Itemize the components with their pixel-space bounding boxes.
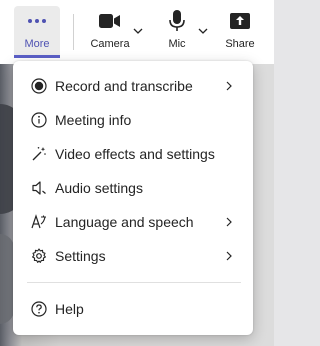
mic-label: Mic	[168, 38, 186, 50]
chevron-right-icon	[224, 249, 234, 263]
menu-item-label: Video effects and settings	[55, 146, 215, 162]
mic-button[interactable]: Mic	[160, 6, 194, 58]
menu-item-label: Record and transcribe	[55, 78, 193, 94]
more-button[interactable]: More	[14, 6, 60, 58]
menu-item-label: Settings	[55, 248, 106, 264]
menu-item-help[interactable]: Help	[13, 292, 253, 326]
microphone-icon	[169, 8, 185, 34]
camera-icon	[99, 8, 121, 34]
chevron-right-icon	[224, 79, 234, 93]
help-icon	[30, 300, 48, 318]
share-label: Share	[225, 38, 255, 50]
menu-item-label: Meeting info	[55, 112, 132, 128]
menu-item-record-and-transcribe[interactable]: Record and transcribe	[13, 69, 253, 103]
participant-video-blur	[0, 234, 14, 324]
meeting-toolbar: More Camera Mic Share	[0, 0, 274, 64]
menu-item-meeting-info[interactable]: Meeting info	[13, 103, 253, 137]
camera-button[interactable]: Camera	[88, 6, 132, 58]
menu-divider	[27, 282, 241, 283]
menu-item-label: Audio settings	[55, 180, 143, 196]
record-icon	[30, 77, 48, 95]
chevron-right-icon	[224, 215, 234, 229]
magic-wand-icon	[30, 145, 48, 163]
language-icon	[30, 213, 48, 231]
camera-label: Camera	[90, 38, 130, 50]
mic-options-chevron-icon[interactable]	[196, 24, 210, 38]
toolbar-divider	[73, 14, 74, 50]
more-label: More	[24, 38, 50, 50]
gear-icon	[30, 247, 48, 265]
menu-item-settings[interactable]: Settings	[13, 239, 253, 273]
menu-item-label: Help	[55, 301, 84, 317]
menu-item-label: Language and speech	[55, 214, 194, 230]
more-options-menu: Record and transcribe Meeting info Video…	[13, 61, 253, 335]
menu-item-audio-settings[interactable]: Audio settings	[13, 171, 253, 205]
info-icon	[30, 111, 48, 129]
share-screen-icon	[230, 8, 250, 34]
menu-item-video-effects-and-settings[interactable]: Video effects and settings	[13, 137, 253, 171]
more-dots-icon	[27, 8, 47, 34]
speaker-icon	[30, 179, 48, 197]
share-button[interactable]: Share	[222, 6, 258, 58]
camera-options-chevron-icon[interactable]	[131, 24, 145, 38]
menu-item-language-and-speech[interactable]: Language and speech	[13, 205, 253, 239]
